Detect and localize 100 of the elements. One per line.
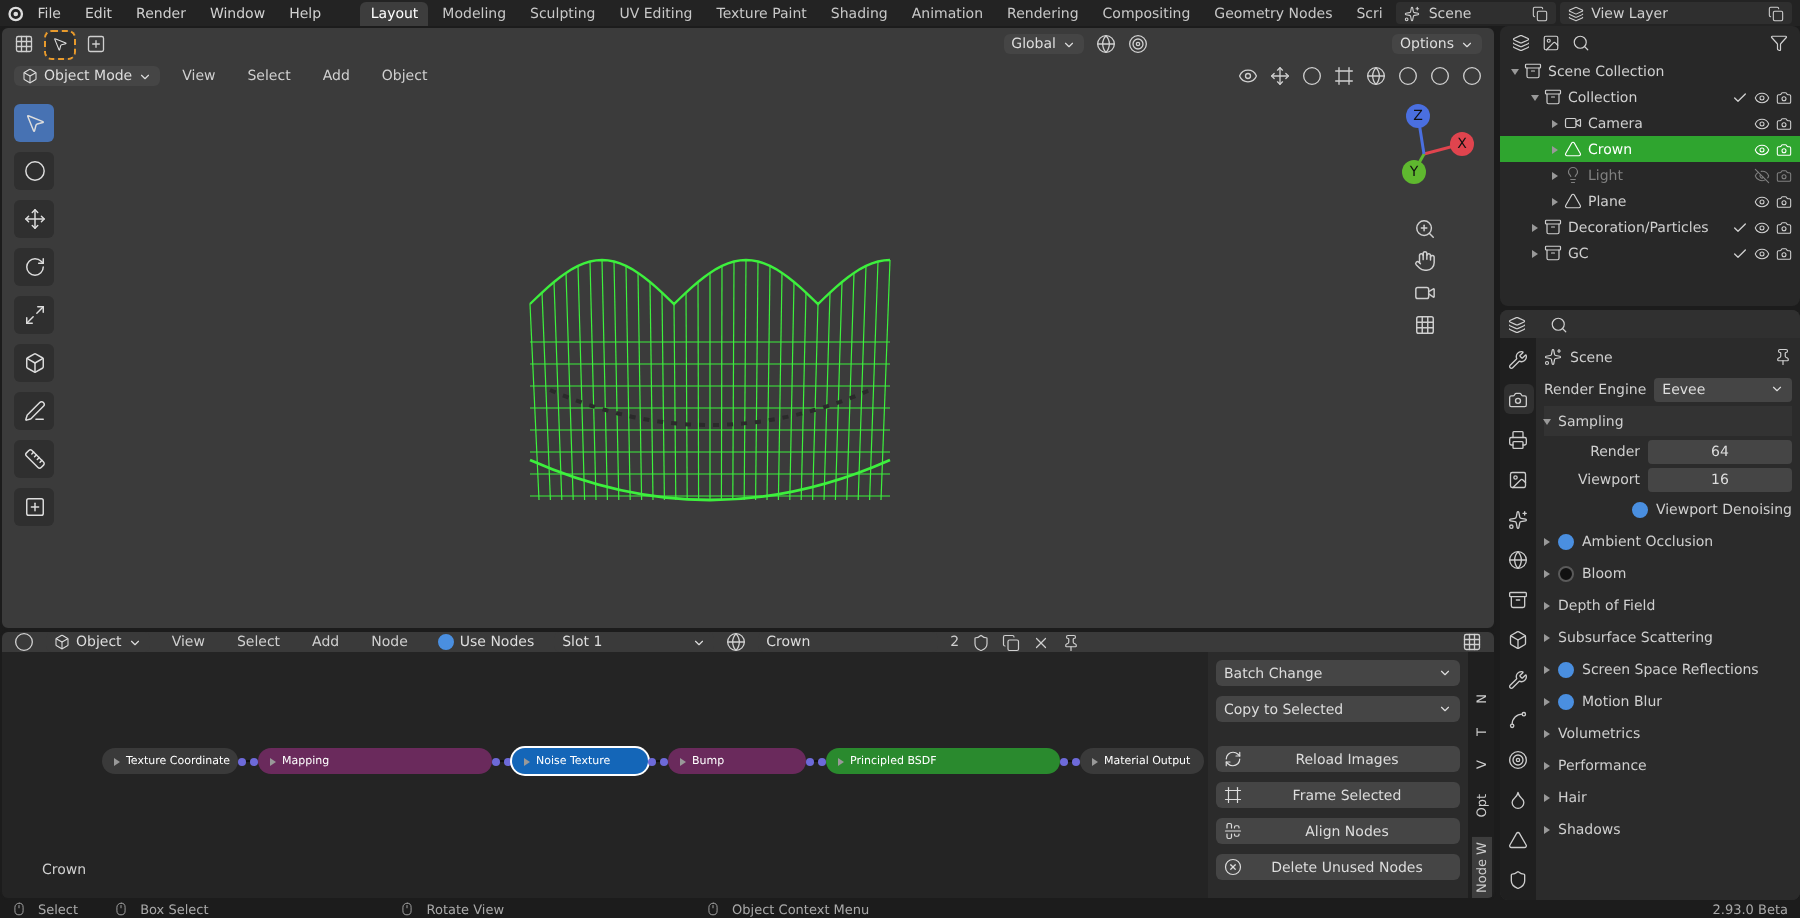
app-logo-icon[interactable] xyxy=(8,3,24,23)
tool-button[interactable] xyxy=(14,344,54,382)
tool-button[interactable] xyxy=(14,152,54,190)
expand-caret-icon[interactable] xyxy=(1552,171,1558,179)
checkbox-icon[interactable] xyxy=(1732,89,1748,105)
camera-icon xyxy=(1564,114,1582,132)
select-cursor-icon xyxy=(23,112,45,134)
pin-icon[interactable] xyxy=(1774,348,1792,366)
dropdown-caret-icon xyxy=(138,69,153,83)
copy-icon[interactable] xyxy=(1768,5,1785,21)
expand-caret-icon[interactable] xyxy=(1552,197,1558,205)
properties-tab[interactable] xyxy=(1503,384,1533,414)
reload-icon xyxy=(1224,750,1242,769)
dropdown-caret-icon xyxy=(1061,37,1076,51)
display-mode-icon[interactable] xyxy=(1512,33,1530,51)
checkbox[interactable] xyxy=(1558,693,1574,709)
eye-icon[interactable] xyxy=(1754,115,1770,131)
measure-icon xyxy=(23,448,45,470)
tool-button[interactable] xyxy=(14,392,54,430)
eye-closed-icon[interactable] xyxy=(1754,167,1770,183)
dropdown-caret-icon xyxy=(1770,382,1784,396)
collection-icon xyxy=(1508,589,1528,609)
object-icon xyxy=(1508,629,1528,649)
checkbox[interactable] xyxy=(1558,565,1574,581)
editor-type-icon[interactable] xyxy=(1508,315,1526,333)
select-mode-icon[interactable] xyxy=(86,34,106,54)
annotate-icon xyxy=(23,400,45,422)
pointer-icon xyxy=(52,36,68,52)
move-icon xyxy=(23,208,45,230)
align-icon xyxy=(1224,822,1242,841)
wireframe-shading-icon[interactable] xyxy=(1366,66,1386,86)
tool-icon xyxy=(1508,349,1528,369)
mesh-icon xyxy=(1564,140,1582,158)
eye-icon[interactable] xyxy=(1754,245,1770,261)
expand-caret-icon[interactable] xyxy=(1511,68,1519,74)
checkbox-icon[interactable] xyxy=(1732,245,1748,261)
expand-caret-icon[interactable] xyxy=(1552,119,1558,127)
fake-user-icon[interactable] xyxy=(971,633,990,652)
camera-view-icon[interactable] xyxy=(1413,282,1435,304)
dropdown-caret-icon xyxy=(1438,702,1452,717)
gizmo-toggle-icon[interactable] xyxy=(1270,66,1290,86)
scene-icon xyxy=(1404,5,1421,21)
expand-caret-icon[interactable] xyxy=(1532,223,1538,231)
wrench-icon xyxy=(1508,669,1528,689)
pin-icon[interactable] xyxy=(1061,633,1080,652)
tool-button[interactable] xyxy=(14,440,54,478)
tool-button[interactable] xyxy=(14,296,54,334)
close-icon[interactable] xyxy=(1031,633,1050,652)
eye-icon[interactable] xyxy=(1754,193,1770,209)
tool-button[interactable] xyxy=(14,488,54,526)
expand-caret-icon[interactable] xyxy=(1531,94,1539,100)
search-icon[interactable] xyxy=(1572,33,1590,51)
eye-icon[interactable] xyxy=(1754,219,1770,235)
duplicate-icon[interactable] xyxy=(1001,633,1020,652)
xray-icon[interactable] xyxy=(1334,66,1354,86)
tool-button[interactable] xyxy=(14,248,54,286)
view-layer-icon xyxy=(1508,469,1528,489)
hand-icon[interactable] xyxy=(1413,250,1435,272)
collection-icon xyxy=(1544,218,1562,236)
view-layer-icon[interactable] xyxy=(1542,33,1560,51)
select-box-tool[interactable] xyxy=(46,31,74,57)
visibility-icon[interactable] xyxy=(1238,66,1258,86)
mesh-icon xyxy=(1564,192,1582,210)
collection-icon xyxy=(1544,244,1562,262)
grid-icon[interactable] xyxy=(1413,314,1435,336)
collection-icon xyxy=(1544,88,1562,106)
copy-icon[interactable] xyxy=(1531,5,1548,21)
zoom-icon[interactable] xyxy=(1413,218,1435,240)
cursor-icon xyxy=(23,160,45,182)
checkbox-icon[interactable] xyxy=(1732,219,1748,235)
filter-icon[interactable] xyxy=(1770,33,1788,51)
mouse-icon xyxy=(114,902,129,916)
checkbox[interactable] xyxy=(1558,533,1574,549)
dropdown-caret-icon xyxy=(1460,37,1474,51)
output-icon xyxy=(1508,429,1528,449)
expand-caret-icon[interactable] xyxy=(1532,249,1538,257)
scene-icon xyxy=(1508,509,1528,529)
rotate-icon xyxy=(23,256,45,278)
mouse-icon xyxy=(12,902,26,916)
tool-button[interactable] xyxy=(14,200,54,238)
dropdown-caret-icon xyxy=(127,635,142,650)
checkbox[interactable] xyxy=(1558,661,1574,677)
editor-type-icon[interactable] xyxy=(14,632,34,653)
dropdown-caret-icon xyxy=(1438,666,1452,681)
frame-icon xyxy=(1224,786,1242,805)
scale-icon xyxy=(23,304,45,326)
mouse-icon xyxy=(400,902,415,916)
checkbox[interactable] xyxy=(1631,501,1648,517)
delete-icon xyxy=(1224,858,1242,877)
world-icon xyxy=(1508,549,1528,569)
editor-type-icon[interactable] xyxy=(14,34,34,54)
object-mode-icon xyxy=(22,68,38,84)
tool-button[interactable] xyxy=(14,104,54,142)
collection-icon xyxy=(1524,62,1542,80)
scene-icon xyxy=(1544,348,1562,366)
eye-icon[interactable] xyxy=(1754,89,1770,105)
object-icon xyxy=(54,634,70,651)
search-icon[interactable] xyxy=(1550,315,1568,333)
mouse-icon xyxy=(706,902,721,916)
add-cube-icon xyxy=(23,496,45,518)
